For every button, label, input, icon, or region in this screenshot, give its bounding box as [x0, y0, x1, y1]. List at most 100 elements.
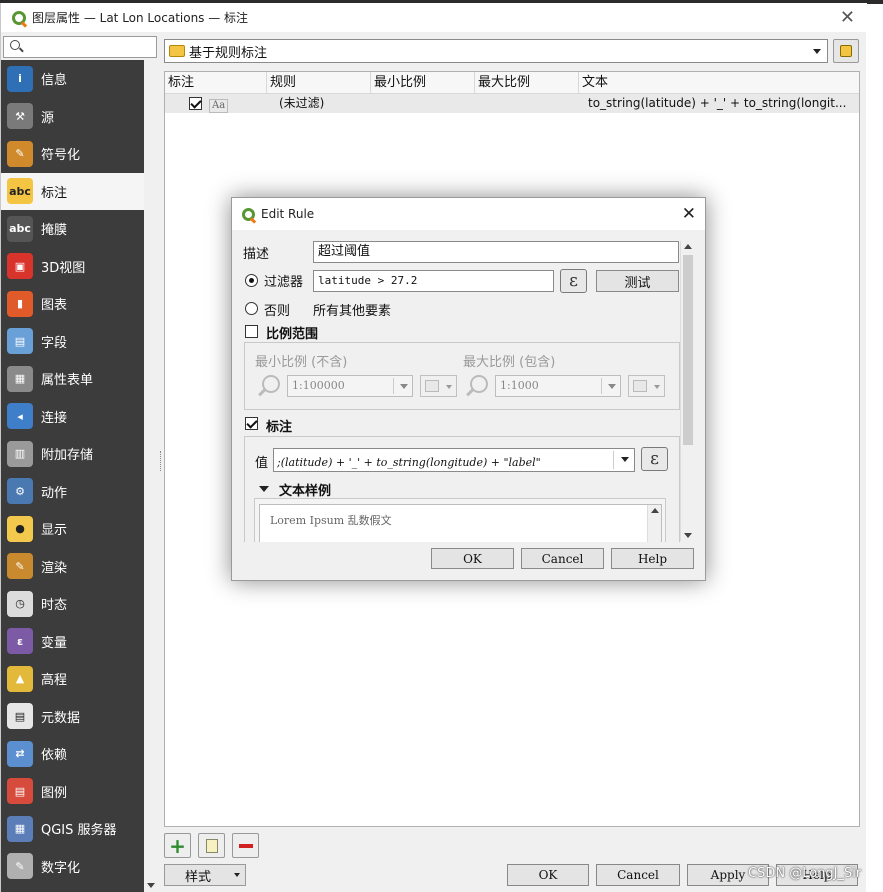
sidebar-item-info[interactable]: i 信息 — [1, 60, 144, 98]
label-settings-icon — [840, 45, 852, 57]
text-sample-preview: Lorem Ipsum 乱数假文 — [259, 504, 662, 542]
style-label: 样式 — [185, 869, 212, 885]
sidebar-item-label: 图例 — [41, 785, 68, 801]
table-row[interactable]: Aa (未过滤) to_string(latitude) + '_' + to_… — [165, 94, 859, 113]
sidebar-item-joins[interactable]: ◂ 连接 — [1, 398, 144, 436]
edit-rule-close-button[interactable]: ✕ — [682, 204, 696, 224]
max-scale-label: 最大比例 (包含) — [463, 355, 556, 370]
sidebar-item-symbology-brush[interactable]: ✎ 符号化 — [1, 135, 144, 173]
description-input[interactable]: 超过阈值 — [313, 241, 679, 263]
min-scale-map-button[interactable] — [420, 375, 457, 397]
variables-epsilon-icon: ε — [7, 628, 33, 655]
column-header-rule[interactable]: 规则 — [267, 72, 371, 94]
else-label: 否则 — [264, 304, 291, 319]
sidebar-item-digitizing[interactable]: ✎ 数字化 — [1, 848, 144, 886]
labels-checkbox[interactable] — [245, 417, 258, 430]
sidebar-item-labels-abc[interactable]: abc 标注 — [1, 172, 144, 210]
rule-checkbox[interactable] — [189, 97, 202, 116]
add-rule-button[interactable]: + — [164, 833, 191, 858]
temporal-clock-icon: ◷ — [7, 590, 33, 617]
scroll-down-arrow-icon[interactable] — [147, 883, 155, 888]
min-scale-label: 最小比例 (不含) — [255, 355, 348, 370]
combo-separator — [393, 378, 394, 394]
rules-tree-header: 标注 规则 最小比例 最大比例 文本 — [165, 72, 859, 94]
sidebar-item-actions-gear[interactable]: ⚙ 动作 — [1, 473, 144, 511]
sidebar-item-rendering-brush[interactable]: ✎ 渲染 — [1, 548, 144, 586]
filter-label: 过滤器 — [264, 275, 304, 290]
label-expression-builder-button[interactable]: ε — [641, 447, 668, 471]
rule-based-labeling-icon — [169, 45, 185, 57]
fields-table-icon: ▤ — [7, 328, 33, 355]
test-filter-button[interactable]: 测试 — [596, 270, 679, 292]
style-menu-button[interactable]: 样式 — [164, 864, 246, 886]
sidebar-item-variables-epsilon[interactable]: ε 变量 — [1, 623, 144, 661]
sidebar-item-temporal-clock[interactable]: ◷ 时态 — [1, 585, 144, 623]
edit-rule-scrollbar[interactable] — [680, 241, 694, 541]
else-radio[interactable] — [245, 302, 258, 315]
sidebar-item-label: 连接 — [41, 410, 68, 426]
display-speech-icon: ● — [7, 515, 33, 542]
sidebar-item-mask-abc[interactable]: abc 掩膜 — [1, 210, 144, 248]
edit-rule-body: 描述 超过阈值 过滤器 latitude > 27.2 ε 测试 否则 所有其他… — [232, 231, 680, 542]
label-value-expression-combo[interactable]: ;(latitude) + '_' + to_string(longitude)… — [273, 448, 635, 472]
edit-rule-titlebar: Edit Rule ✕ — [232, 198, 705, 230]
min-scale-combo[interactable]: 1:100000 — [287, 375, 413, 397]
max-scale-map-button[interactable] — [628, 375, 665, 397]
filter-expression-input[interactable]: latitude > 27.2 — [313, 270, 554, 292]
edit-rule-help-button[interactable]: Help — [611, 548, 694, 569]
panel-splitter-handle[interactable] — [160, 451, 162, 471]
window-close-button[interactable]: ✕ — [840, 7, 855, 28]
scrollbar-thumb[interactable] — [683, 255, 693, 445]
window-title: 图层属性 — Lat Lon Locations — 标注 — [32, 11, 249, 25]
column-header-min-scale[interactable]: 最小比例 — [371, 72, 475, 94]
scroll-up-arrow-icon[interactable] — [651, 508, 659, 513]
edit-rule-ok-button[interactable]: OK — [431, 548, 514, 569]
column-header-labels[interactable]: 标注 — [165, 72, 267, 94]
chevron-down-icon — [813, 49, 821, 54]
sidebar-item-elevation[interactable]: ▲ 高程 — [1, 660, 144, 698]
scroll-up-arrow-icon[interactable] — [684, 244, 692, 249]
scale-range-checkbox[interactable] — [245, 325, 258, 338]
sidebar-item-label: 渲染 — [41, 560, 68, 576]
sidebar-item-dependencies[interactable]: ⇄ 依赖 — [1, 735, 144, 773]
text-sample-scrollbar[interactable] — [647, 505, 661, 542]
sidebar-scrollbar[interactable] — [144, 60, 158, 892]
sidebar-item-label: 掩膜 — [41, 223, 68, 239]
sidebar-item-legend[interactable]: ▤ 图例 — [1, 773, 144, 811]
mask-abc-icon: abc — [7, 215, 33, 242]
column-header-text[interactable]: 文本 — [579, 72, 861, 94]
sidebar-item-label: 高程 — [41, 673, 68, 689]
labeling-mode-value: 基于规则标注 — [189, 45, 268, 61]
column-header-max-scale[interactable]: 最大比例 — [475, 72, 579, 94]
sidebar-item-source-wrench[interactable]: ⚒ 源 — [1, 98, 144, 136]
sidebar-item-cube-3d[interactable]: ▣ 3D视图 — [1, 248, 144, 286]
ok-button[interactable]: OK — [507, 864, 589, 886]
sidebar-item-fields-table[interactable]: ▤ 字段 — [1, 323, 144, 361]
collapse-triangle-icon[interactable] — [259, 486, 269, 492]
max-scale-combo[interactable]: 1:1000 — [495, 375, 621, 397]
sidebar-item-diagram-chart[interactable]: ▮ 图表 — [1, 285, 144, 323]
sidebar: i 信息 ⚒ 源 ✎ 符号化 abc 标注 abc 掩膜 ▣ 3D视图 ▮ 图表 ▤ 字段 ▦ 属性表单 ◂ 连接 ▥ 附… — [1, 60, 144, 892]
filter-expression-builder-button[interactable]: ε — [560, 269, 587, 293]
cancel-button[interactable]: Cancel — [596, 864, 680, 886]
labeling-mode-combo[interactable]: 基于规则标注 — [164, 39, 828, 63]
filter-radio[interactable] — [245, 274, 258, 287]
labeling-toolbar-button[interactable] — [833, 39, 859, 63]
qgis-logo-icon — [242, 207, 255, 221]
sidebar-item-label: 动作 — [41, 485, 68, 501]
sidebar-item-display-speech[interactable]: ● 显示 — [1, 510, 144, 548]
edit-rule-title: Edit Rule — [261, 207, 315, 221]
sidebar-item-auxiliary-storage[interactable]: ▥ 附加存储 — [1, 435, 144, 473]
scroll-down-arrow-icon[interactable] — [684, 533, 692, 538]
sidebar-item-qgis-server[interactable]: ▦ QGIS 服务器 — [1, 810, 144, 848]
plus-icon: + — [169, 833, 186, 858]
sidebar-item-metadata[interactable]: ▤ 元数据 — [1, 698, 144, 736]
sidebar-search-input[interactable] — [3, 36, 157, 58]
qgis-logo-icon — [12, 10, 26, 25]
edit-rule-cancel-button[interactable]: Cancel — [521, 548, 604, 569]
sidebar-item-attribute-form[interactable]: ▦ 属性表单 — [1, 360, 144, 398]
remove-rule-button[interactable] — [232, 833, 259, 858]
rule-filter-cell: (未过滤) — [279, 96, 325, 110]
info-icon: i — [7, 65, 33, 92]
edit-rule-button[interactable] — [198, 833, 225, 858]
